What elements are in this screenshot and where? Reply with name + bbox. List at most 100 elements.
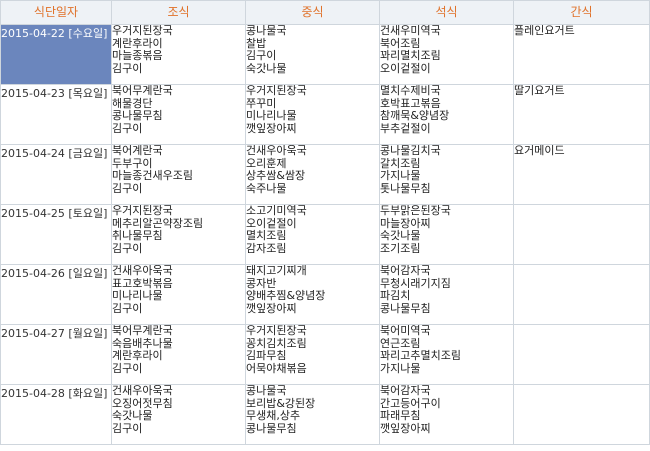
dinner-cell: 북어감자국 무청시래기지짐 파김치 콩나물무침 (379, 264, 514, 325)
dish-item: 김구이 (112, 421, 143, 435)
breakfast-cell: 건새우아욱국 표고호박볶음 미나리나물 김구이 (111, 264, 246, 325)
dish-item: 우거지된장국 (112, 24, 173, 37)
dish-item: 우거지된장국 (246, 324, 307, 337)
table-row: 2015-04-23 [목요일] 북어무계란국 해물경단 콩나물무침 김구이 우거지된장국… (0, 84, 650, 145)
breakfast-cell: 건새우아욱국 오징어젓무침 숙갓나물 김구이 (111, 384, 246, 445)
dinner-cell: 멸치수제비국 호박표고볶음 참깨묵&양념장 부추겉절이 (379, 84, 514, 145)
lunch-cell: 콩나물국 찰밥 김구이 숙갓나물 (245, 24, 380, 85)
dish-item: 두부맑은된장국 (380, 204, 451, 217)
dish-item: 숙주나물 (246, 181, 287, 195)
dish-item: 북어무계란국 (112, 324, 173, 337)
date-cell[interactable]: 2015-04-27 [월요일] (0, 324, 112, 385)
dinner-cell: 건새우미역국 북어조림 꽈리멸치조림 오이겉절이 (379, 24, 514, 85)
dish-item: 콩나물무침 (380, 301, 431, 315)
meal-plan-body: 2015-04-22 [수요일] 우거지된장국 계란후라이 마늘종볶음 김구이 콩나물국 찰… (0, 24, 650, 445)
dinner-cell: 콩나물김치국 갈치조림 가지나물 톳나물무침 (379, 144, 514, 205)
dish-item: 가지나물 (380, 361, 421, 375)
meal-plan-table: 식단일자 조식 중식 석식 간식 2015-04-22 [수요일] 우거지된장국 계… (0, 0, 650, 445)
dish-item: 오이겉절이 (380, 61, 431, 75)
dish-item: 취나물무침 (112, 229, 163, 243)
column-header-snack: 간식 (513, 0, 650, 25)
snack-cell (513, 384, 650, 445)
table-row: 2015-04-26 [일요일] 건새우아욱국 표고호박볶음 미나리나물 김구이 돼지고기… (0, 264, 650, 325)
dish-item: 김구이 (112, 241, 143, 255)
breakfast-cell: 북어무계란국 숙음배추나물 계란후라이 김구이 (111, 324, 246, 385)
dish-item: 콩나물김치국 (380, 144, 441, 157)
table-row: 2015-04-22 [수요일] 우거지된장국 계란후라이 마늘종볶음 김구이 콩나물국 찰… (0, 24, 650, 85)
dish-item: 건새우아욱국 (112, 264, 173, 277)
dish-item: 멸치수제비국 (380, 84, 441, 97)
dish-item: 숙갓나물 (112, 409, 153, 423)
date-cell[interactable]: 2015-04-25 [토요일] (0, 204, 112, 265)
dish-item: 깻잎장아찌 (380, 421, 431, 435)
dish-item: 마늘종볶음 (112, 49, 163, 63)
dish-item: 콩나물국 (246, 24, 287, 37)
breakfast-cell: 북어무계란국 해물경단 콩나물무침 김구이 (111, 84, 246, 145)
dish-item: 계란후라이 (112, 349, 163, 363)
dish-item: 김파무침 (246, 349, 287, 363)
dish-item: 상추쌈&쌈장 (246, 169, 306, 183)
dish-item: 딸기요거트 (514, 84, 565, 97)
dish-item: 건새우아욱국 (246, 144, 307, 157)
table-row: 2015-04-28 [화요일] 건새우아욱국 오징어젓무침 숙갓나물 김구이 콩나물국 보… (0, 384, 650, 445)
dish-item: 김구이 (112, 361, 143, 375)
dish-item: 소고기미역국 (246, 204, 307, 217)
dish-item: 숙갓나물 (380, 229, 421, 243)
breakfast-cell: 북어계란국 두부구이 마늘종건새우조림 김구이 (111, 144, 246, 205)
table-row: 2015-04-25 [토요일] 우거지된장국 메추리알곤약장조림 취나물무침 김구이 소… (0, 204, 650, 265)
dish-item: 마늘종건새우조림 (112, 169, 193, 183)
dish-item: 부추겉절이 (380, 121, 431, 135)
snack-cell: 플레인요거트 (513, 24, 650, 85)
dish-item: 김구이 (246, 49, 277, 63)
dish-item: 숙갓나물 (246, 61, 287, 75)
date-cell[interactable]: 2015-04-24 [금요일] (0, 144, 112, 205)
column-header-dinner: 석식 (379, 0, 514, 25)
dish-item: 꽈리멸치조림 (380, 49, 441, 63)
dish-item: 무생채,상추 (246, 409, 301, 423)
dish-item: 북어감자국 (380, 384, 431, 397)
dish-item: 요거메이드 (514, 144, 565, 157)
lunch-cell: 건새우아욱국 오리훈제 상추쌈&쌈장 숙주나물 (245, 144, 380, 205)
date-cell[interactable]: 2015-04-28 [화요일] (0, 384, 112, 445)
breakfast-cell: 우거지된장국 계란후라이 마늘종볶음 김구이 (111, 24, 246, 85)
dish-item: 미나리나물 (246, 109, 297, 123)
dish-item: 가지나물 (380, 169, 421, 183)
dish-item: 북어무계란국 (112, 84, 173, 97)
dish-item: 어묵야채볶음 (246, 361, 307, 375)
dish-item: 콩나물무침 (246, 421, 297, 435)
table-row: 2015-04-27 [월요일] 북어무계란국 숙음배추나물 계란후라이 김구이 우거지된… (0, 324, 650, 385)
dish-item: 북어미역국 (380, 324, 431, 337)
dish-item: 돼지고기찌개 (246, 264, 307, 277)
dish-item: 참깨묵&양념장 (380, 109, 450, 123)
dish-item: 꽈리고추멸치조림 (380, 349, 461, 363)
date-cell[interactable]: 2015-04-26 [일요일] (0, 264, 112, 325)
breakfast-cell: 우거지된장국 메추리알곤약장조림 취나물무침 김구이 (111, 204, 246, 265)
column-header-date: 식단일자 (0, 0, 112, 25)
dish-item: 북어감자국 (380, 264, 431, 277)
dish-item: 김구이 (112, 181, 143, 195)
snack-cell: 요거메이드 (513, 144, 650, 205)
dish-item: 파김치 (380, 289, 411, 303)
dish-item: 김구이 (112, 61, 143, 75)
dish-item: 조기조림 (380, 241, 421, 255)
column-header-breakfast: 조식 (111, 0, 246, 25)
dish-item: 미나리나물 (112, 289, 163, 303)
dish-item: 북어계란국 (112, 144, 163, 157)
dish-item: 건새우아욱국 (112, 384, 173, 397)
dish-item: 감자조림 (246, 241, 287, 255)
column-header-lunch: 중식 (245, 0, 380, 25)
date-cell[interactable]: 2015-04-23 [목요일] (0, 84, 112, 145)
lunch-cell: 우거지된장국 꽁치김치조림 김파무침 어묵야채볶음 (245, 324, 380, 385)
dish-item: 멸치조림 (246, 229, 287, 243)
lunch-cell: 소고기미역국 오이겉절이 멸치조림 감자조림 (245, 204, 380, 265)
dish-item: 플레인요거트 (514, 24, 575, 37)
dish-item: 우거지된장국 (112, 204, 173, 217)
table-row: 2015-04-24 [금요일] 북어계란국 두부구이 마늘종건새우조림 김구이 건새우아… (0, 144, 650, 205)
dish-item: 양배추찜&양념장 (246, 289, 326, 303)
dish-item: 김구이 (112, 121, 143, 135)
date-cell[interactable]: 2015-04-22 [수요일] (0, 24, 112, 85)
lunch-cell: 우거지된장국 쭈꾸미 미나리나물 깻잎장아찌 (245, 84, 380, 145)
header-row: 식단일자 조식 중식 석식 간식 (0, 0, 650, 25)
dish-item: 깻잎장아찌 (246, 121, 297, 135)
dinner-cell: 북어감자국 간고등어구이 파래무침 깻잎장아찌 (379, 384, 514, 445)
